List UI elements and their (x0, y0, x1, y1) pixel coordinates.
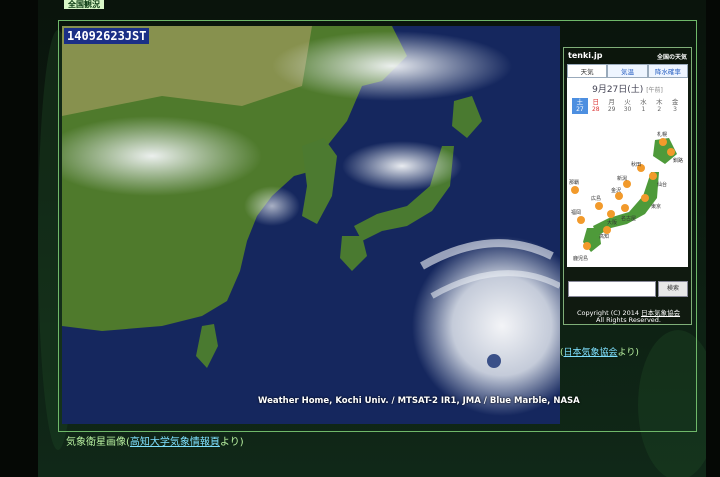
day-item[interactable]: 金3 (667, 98, 683, 114)
city-label: 東京 (651, 203, 661, 210)
satellite-image (62, 26, 560, 424)
widget-header: tenki.jp 全国の天気 (564, 48, 691, 64)
city-label: 金沢 (611, 187, 621, 194)
image-timestamp: 14092623JST (64, 28, 150, 44)
day-number: 1 (641, 106, 646, 113)
widget-search-input[interactable] (568, 281, 656, 297)
widget-tabs: 天気 気温 降水確率 (567, 64, 688, 78)
city-label: 新潟 (617, 175, 627, 182)
japan-weather-map[interactable]: 札幌 釧路 秋田 仙台 新潟 東京 名古屋 大阪 広島 福岡 鹿児島 那覇 高知… (567, 128, 690, 266)
city-label: 仙台 (657, 181, 667, 188)
day-name: 土 (576, 98, 584, 106)
widget-header-title[interactable]: 全国の天気 (657, 52, 687, 61)
forecast-period: [午前] (646, 87, 663, 94)
widget-search-button[interactable]: 検索 (658, 281, 688, 297)
source-jwa-link[interactable]: 日本気象協会 (564, 348, 618, 358)
widget-source: (日本気象協会より) (560, 345, 639, 358)
city-label: 那覇 (569, 179, 579, 186)
widget-rights: All Rights Reserved. (595, 316, 661, 324)
caption-prefix: 気象衛星画像( (66, 437, 130, 448)
pm25-link[interactable]: PM2.5分布予測をチェック (574, 256, 684, 264)
satellite-map-graphic (62, 26, 560, 424)
tab-weather[interactable]: 天気 (567, 64, 608, 78)
day-item[interactable]: 水1 (635, 98, 651, 114)
day-name: 金 (671, 98, 679, 106)
day-name: 日 (592, 98, 600, 106)
day-number: 3 (673, 106, 677, 113)
tab-temperature[interactable]: 気温 (607, 64, 648, 78)
day-number: 27 (576, 106, 584, 113)
day-item[interactable]: 土 27 (572, 98, 588, 114)
tab-precipitation[interactable]: 降水確率 (647, 64, 688, 78)
day-item[interactable]: 木2 (651, 98, 667, 114)
page-label: 全国観況 (64, 0, 104, 9)
day-item[interactable]: 火 30 (620, 98, 636, 114)
city-label: 高知 (599, 233, 609, 240)
forecast-date: 9月27日(土) [午前] (567, 78, 688, 95)
tenki-widget: tenki.jp 全国の天気 天気 気温 降水確率 9月27日(土) [午前] … (563, 47, 692, 325)
image-credit: Weather Home, Kochi Univ. / MTSAT-2 IR1,… (258, 396, 580, 406)
widget-body: 9月27日(土) [午前] 土 27 日 28 月 29 火 30 水1 木2 金3 (567, 78, 688, 267)
city-label: 釧路 (673, 157, 683, 164)
day-number: 30 (623, 106, 632, 113)
day-item[interactable]: 月 29 (604, 98, 620, 114)
day-number: 29 (607, 106, 616, 113)
city-label: 大阪 (607, 219, 617, 226)
day-name: 水 (640, 98, 647, 106)
source-suffix: より) (617, 348, 639, 358)
forecast-date-text: 9月27日(土) (592, 85, 644, 95)
day-name: 月 (608, 98, 615, 106)
city-label: 福岡 (571, 209, 581, 216)
day-item[interactable]: 日 28 (588, 98, 604, 114)
widget-brand[interactable]: tenki.jp (568, 51, 603, 60)
city-label: 札幌 (657, 131, 667, 138)
city-label: 名古屋 (621, 215, 636, 222)
day-selector: 土 27 日 28 月 29 火 30 水1 木2 金3 (567, 95, 688, 114)
day-name: 木 (655, 98, 663, 106)
day-name: 火 (624, 98, 631, 106)
day-number: 28 (591, 106, 600, 113)
caption-suffix: より) (219, 437, 244, 448)
city-label: 秋田 (631, 161, 641, 168)
day-number: 2 (657, 106, 662, 113)
kochi-univ-link[interactable]: 高知大学気象情報頁 (130, 437, 220, 448)
satellite-caption: 気象衛星画像(高知大学気象情報頁より) (66, 433, 244, 448)
city-label: 広島 (591, 195, 601, 202)
